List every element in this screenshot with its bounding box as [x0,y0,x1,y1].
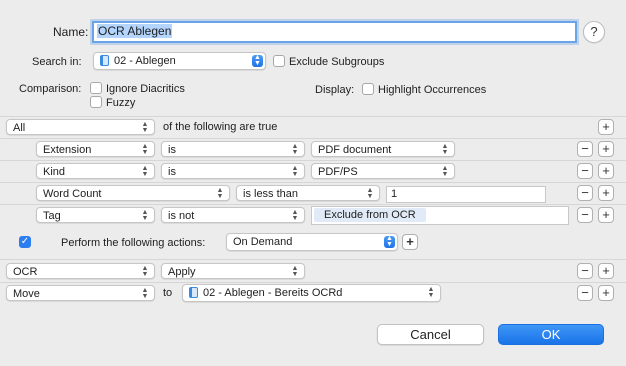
chevron-updown-icon: ▲ ▼ [141,143,149,156]
chevron-updown-icon: ▲ ▼ [384,235,395,248]
remove-action-button[interactable]: − [577,263,593,279]
chevron-updown-icon: ▲ ▼ [141,209,149,222]
folder-icon [100,55,109,66]
condition-operator-popup[interactable]: is ▲ ▼ [161,141,305,157]
chevron-updown-icon: ▲ ▼ [141,265,149,278]
tag-token[interactable]: Exclude from OCR [314,208,426,222]
remove-condition-button[interactable]: − [577,163,593,179]
remove-condition-button[interactable]: − [577,141,593,157]
display-label: Display: [315,84,355,96]
action-mode-popup[interactable]: Apply ▲ ▼ [161,263,305,279]
remove-condition-button[interactable]: − [577,207,593,223]
fuzzy-label: Fuzzy [106,97,136,109]
add-condition-button[interactable]: + [598,207,614,223]
trigger-popup[interactable]: On Demand ▲ ▼ [226,233,398,251]
search-in-popup[interactable]: 02 - Ablegen ▲ ▼ [93,52,266,70]
chevron-updown-icon: ▲ ▼ [427,286,435,299]
to-label: to [163,287,173,299]
add-action-button[interactable]: + [598,263,614,279]
separator [0,182,626,183]
add-action-button[interactable]: + [598,285,614,301]
add-condition-button[interactable]: + [598,185,614,201]
name-label: Name: [53,25,89,39]
condition-field-popup[interactable]: Kind ▲ ▼ [36,163,155,179]
action-type-popup[interactable]: OCR ▲ ▼ [6,263,155,279]
condition-operator-popup[interactable]: is not ▲ ▼ [161,207,305,223]
condition-field-popup[interactable]: Extension ▲ ▼ [36,141,155,157]
remove-condition-button[interactable]: − [577,185,593,201]
separator [0,160,626,161]
separator [0,116,626,117]
separator [0,138,626,139]
chevron-updown-icon: ▲ ▼ [141,165,149,178]
highlight-occurrences-label: Highlight Occurrences [378,84,487,96]
chevron-updown-icon: ▲ ▼ [291,143,299,156]
chevron-updown-icon: ▲ ▼ [291,209,299,222]
highlight-occurrences-checkbox[interactable] [362,83,374,95]
separator [0,259,626,260]
perform-actions-label: Perform the following actions: [61,237,206,249]
chevron-updown-icon: ▲ ▼ [441,165,449,178]
add-action-button[interactable]: + [402,234,418,250]
word-count-field[interactable]: 1 [386,186,546,203]
tag-token-field[interactable]: Exclude from OCR [311,206,569,225]
add-condition-button[interactable]: + [598,119,614,135]
ignore-diacritics-checkbox[interactable] [90,82,102,94]
add-condition-button[interactable]: + [598,163,614,179]
fuzzy-checkbox[interactable] [90,96,102,108]
condition-value-popup[interactable]: PDF/PS ▲ ▼ [311,163,455,179]
help-button[interactable]: ? [583,21,605,43]
exclude-subgroups-label: Exclude Subgroups [289,56,385,68]
ok-button[interactable]: OK [498,324,604,345]
search-in-label: Search in: [32,56,82,68]
search-in-value: 02 - Ablegen [114,55,176,67]
chevron-updown-icon: ▲ ▼ [141,287,149,300]
remove-action-button[interactable]: − [577,285,593,301]
name-field[interactable]: OCR Ablegen [92,21,577,43]
chevron-updown-icon: ▲ ▼ [141,121,149,134]
match-mode-popup[interactable]: All ▲ ▼ [6,119,155,135]
condition-operator-popup[interactable]: is ▲ ▼ [161,163,305,179]
destination-popup[interactable]: 02 - Ablegen - Bereits OCRd ▲ ▼ [182,284,441,302]
exclude-subgroups-checkbox[interactable] [273,55,285,67]
folder-icon [189,287,198,298]
comparison-label: Comparison: [19,83,82,95]
chevron-updown-icon: ▲ ▼ [291,265,299,278]
name-field-value: OCR Ablegen [97,24,173,38]
add-condition-button[interactable]: + [598,141,614,157]
separator [0,282,626,283]
chevron-updown-icon: ▲ ▼ [216,187,224,200]
chevron-updown-icon: ▲ ▼ [441,143,449,156]
cancel-button[interactable]: Cancel [377,324,484,345]
condition-value-popup[interactable]: PDF document ▲ ▼ [311,141,455,157]
chevron-updown-icon: ▲ ▼ [366,187,374,200]
action-type-popup[interactable]: Move ▲ ▼ [6,285,155,301]
condition-field-popup[interactable]: Tag ▲ ▼ [36,207,155,223]
separator [0,204,626,205]
ignore-diacritics-label: Ignore Diacritics [106,83,185,95]
match-text: of the following are true [163,121,278,133]
chevron-updown-icon: ▲ ▼ [252,54,263,67]
condition-field-popup[interactable]: Word Count ▲ ▼ [36,185,230,201]
perform-actions-checkbox[interactable]: ✓ [19,236,31,248]
chevron-updown-icon: ▲ ▼ [291,165,299,178]
condition-operator-popup[interactable]: is less than ▲ ▼ [236,185,380,201]
